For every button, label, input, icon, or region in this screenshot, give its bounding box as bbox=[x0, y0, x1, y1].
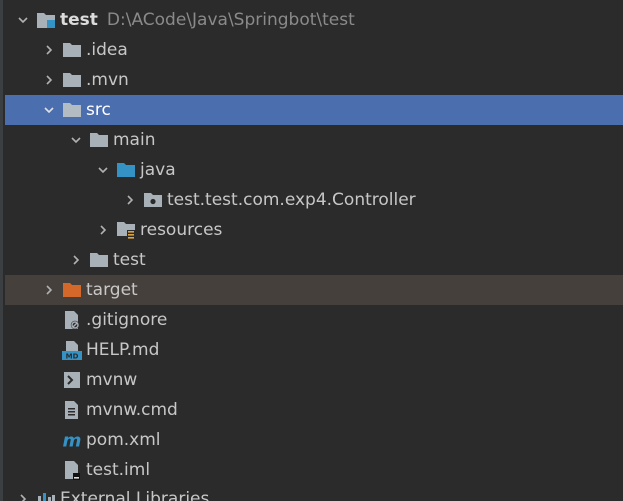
ignore-file-icon bbox=[62, 310, 82, 330]
tree-label-src: src bbox=[86, 100, 111, 120]
chevron-right-icon[interactable] bbox=[13, 484, 33, 501]
tree-row-main[interactable]: main bbox=[5, 125, 623, 155]
tree-label-idea: .idea bbox=[86, 40, 128, 60]
chevron-down-icon[interactable] bbox=[66, 125, 86, 155]
tree-row-src[interactable]: src bbox=[5, 95, 623, 125]
tree-row-gitignore[interactable]: .gitignore bbox=[5, 305, 623, 335]
chevron-right-icon[interactable] bbox=[39, 275, 59, 305]
tree-label-pom: pom.xml bbox=[86, 430, 161, 450]
tree-row-mvnw[interactable]: mvnw bbox=[5, 365, 623, 395]
folder-icon bbox=[62, 100, 82, 120]
project-tree: test D:\ACode\Java\Springbot\test .idea … bbox=[0, 0, 623, 501]
svg-text:m: m bbox=[63, 430, 82, 450]
tree-label-target: target bbox=[86, 280, 138, 300]
markdown-file-icon: MD bbox=[62, 340, 82, 360]
chevron-right-icon[interactable] bbox=[39, 65, 59, 95]
chevron-right-icon[interactable] bbox=[66, 245, 86, 275]
package-icon bbox=[143, 190, 163, 210]
tree-row-project-root[interactable]: test D:\ACode\Java\Springbot\test bbox=[5, 5, 623, 35]
tree-label-test-dir: test bbox=[113, 250, 146, 270]
tree-row-help-md[interactable]: MD HELP.md bbox=[5, 335, 623, 365]
chevron-right-icon[interactable] bbox=[120, 185, 140, 215]
tree-label-external-libraries: External Libraries bbox=[60, 489, 210, 501]
chevron-right-icon[interactable] bbox=[93, 215, 113, 245]
tree-label-java: java bbox=[140, 160, 176, 180]
chevron-down-icon[interactable] bbox=[39, 95, 59, 125]
chevron-down-icon[interactable] bbox=[93, 155, 113, 185]
project-name: test bbox=[60, 10, 98, 30]
tree-row-pom[interactable]: m pom.xml bbox=[5, 425, 623, 455]
resources-folder-icon bbox=[116, 220, 136, 240]
folder-icon bbox=[62, 70, 82, 90]
tree-label-resources: resources bbox=[140, 220, 223, 240]
shell-script-icon bbox=[62, 370, 82, 390]
folder-icon bbox=[62, 40, 82, 60]
tree-row-mvn[interactable]: .mvn bbox=[5, 65, 623, 95]
tree-row-java[interactable]: java bbox=[5, 155, 623, 185]
tree-row-idea[interactable]: .idea bbox=[5, 35, 623, 65]
tree-label-gitignore: .gitignore bbox=[86, 310, 168, 330]
folder-icon bbox=[89, 130, 109, 150]
svg-text:MD: MD bbox=[66, 353, 79, 361]
tree-label-mvn: .mvn bbox=[86, 70, 129, 90]
maven-icon: m bbox=[62, 430, 82, 450]
tree-label-help-md: HELP.md bbox=[86, 340, 160, 360]
tree-row-mvnw-cmd[interactable]: mvnw.cmd bbox=[5, 395, 623, 425]
tree-label-main: main bbox=[113, 130, 156, 150]
tree-label-mvnw: mvnw bbox=[86, 370, 138, 390]
tree-row-controller-package[interactable]: test.test.com.exp4.Controller bbox=[5, 185, 623, 215]
tree-label-controller-package: test.test.com.exp4.Controller bbox=[167, 190, 416, 210]
folder-icon bbox=[89, 250, 109, 270]
module-folder-icon bbox=[36, 10, 56, 30]
chevron-right-icon[interactable] bbox=[39, 35, 59, 65]
text-file-icon bbox=[62, 400, 82, 420]
tree-row-target[interactable]: target bbox=[5, 275, 623, 305]
tree-label-test-iml: test.iml bbox=[86, 460, 151, 480]
tree-row-resources[interactable]: resources bbox=[5, 215, 623, 245]
iml-file-icon bbox=[62, 460, 82, 480]
source-root-folder-icon bbox=[116, 160, 136, 180]
tree-row-test-iml[interactable]: test.iml bbox=[5, 455, 623, 485]
tool-window-edge bbox=[0, 0, 3, 501]
tree-label-mvnw-cmd: mvnw.cmd bbox=[86, 400, 178, 420]
chevron-down-icon[interactable] bbox=[13, 5, 33, 35]
project-path: D:\ACode\Java\Springbot\test bbox=[106, 10, 355, 30]
tree-row-test-dir[interactable]: test bbox=[5, 245, 623, 275]
tree-row-external-libraries[interactable]: External Libraries bbox=[5, 484, 623, 501]
excluded-folder-icon bbox=[62, 280, 82, 300]
library-icon bbox=[36, 489, 56, 501]
